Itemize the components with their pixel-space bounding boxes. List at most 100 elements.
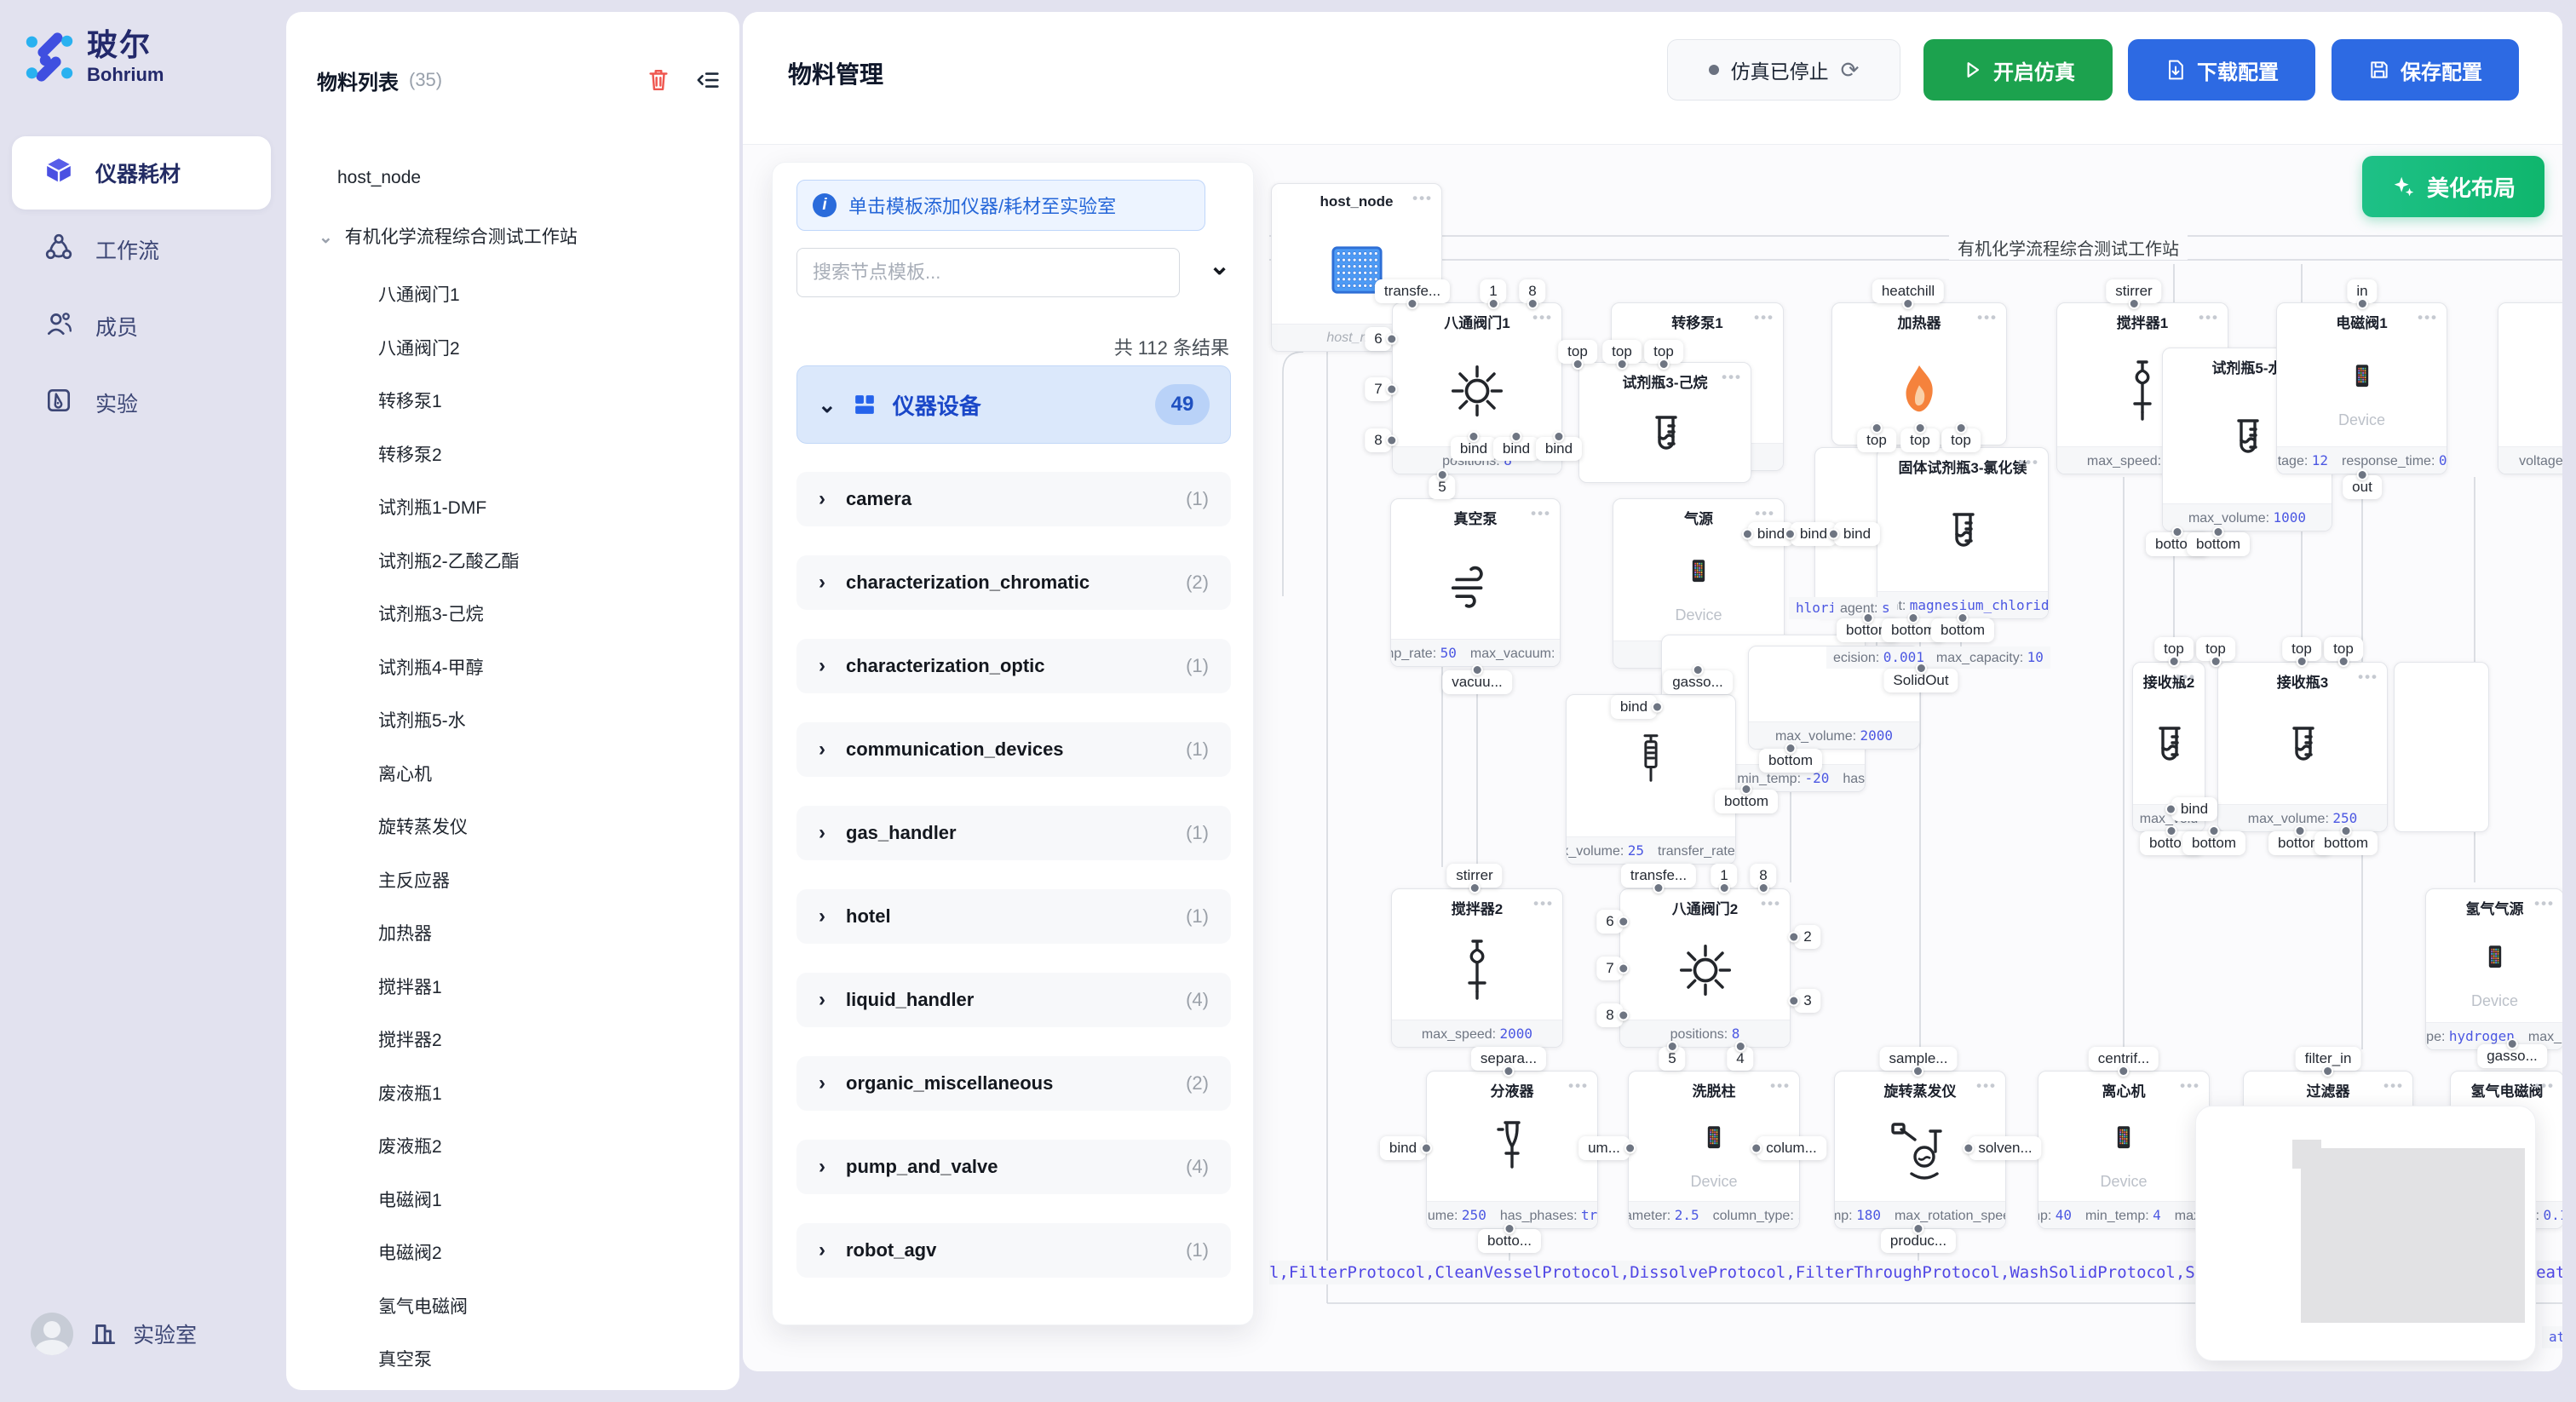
port-chip-bottom[interactable]: bottom xyxy=(2314,831,2378,855)
tree-item[interactable]: 废液瓶1 xyxy=(378,1080,442,1106)
category-row-hotel[interactable]: ›hotel(1) xyxy=(796,889,1231,944)
port-handle-icon[interactable] xyxy=(1527,298,1538,309)
tree-item[interactable]: 旋转蒸发仪 xyxy=(378,813,468,839)
canvas-node-固体试剂瓶3-氯化镁[interactable]: 固体试剂瓶3-氯化镁•••agent: magnesium_chloride xyxy=(1877,447,2049,619)
tree-item[interactable]: 八通阀门2 xyxy=(378,335,460,360)
canvas-node-搅拌器2[interactable]: 搅拌器2•••max_speed: 2000 xyxy=(1391,888,1563,1048)
node-menu-icon[interactable]: ••• xyxy=(1977,309,1998,326)
port-chip-top[interactable]: top xyxy=(2324,637,2363,661)
port-handle-icon[interactable] xyxy=(2210,656,2221,667)
port-chip-stirrer[interactable]: stirrer xyxy=(2106,279,2161,303)
port-handle-icon[interactable] xyxy=(2165,825,2176,836)
port-handle-icon[interactable] xyxy=(1510,431,1521,442)
port-handle-icon[interactable] xyxy=(1572,359,1583,370)
tree-item[interactable]: 试剂瓶1-DMF xyxy=(378,494,486,520)
port-chip-7[interactable]: 7 xyxy=(1365,377,1391,401)
node-menu-icon[interactable]: ••• xyxy=(1976,1077,1997,1095)
node-menu-icon[interactable]: ••• xyxy=(2199,309,2219,326)
port-chip-bind[interactable]: bind xyxy=(1493,437,1539,461)
port-handle-icon[interactable] xyxy=(1619,963,1630,974)
port-handle-icon[interactable] xyxy=(2340,825,2351,836)
canvas-node-离心机[interactable]: 离心机•••Devicetemp: 40min_temp: 4max_spe xyxy=(2038,1071,2210,1229)
node-menu-icon[interactable]: ••• xyxy=(2176,669,2196,686)
port-chip-8[interactable]: 8 xyxy=(1596,1003,1623,1027)
port-handle-icon[interactable] xyxy=(1387,384,1398,395)
category-row-characterization_optic[interactable]: ›characterization_optic(1) xyxy=(796,639,1231,693)
port-chip-bind[interactable]: bind xyxy=(1611,695,1657,719)
node-menu-icon[interactable]: ••• xyxy=(2383,1077,2404,1095)
port-chip-colum[interactable]: colum... xyxy=(1757,1136,1826,1160)
node-menu-icon[interactable]: ••• xyxy=(1770,1077,1791,1095)
tree-item[interactable]: 搅拌器2 xyxy=(378,1026,442,1052)
category-group-instruments[interactable]: ⌄ 仪器设备 49 xyxy=(796,365,1231,444)
port-handle-icon[interactable] xyxy=(1871,422,1882,434)
port-handle-icon[interactable] xyxy=(1913,1223,1924,1234)
tree-item[interactable]: 电磁阀2 xyxy=(378,1239,442,1265)
port-chip-stirrer[interactable]: stirrer xyxy=(1446,864,1502,888)
sidebar-item-成员[interactable]: 成员 xyxy=(12,290,271,363)
canvas-node-氢气气源[interactable]: 氢气气源•••Device_type: hydrogenmax_pre xyxy=(2425,888,2562,1050)
tree-item[interactable]: 试剂瓶4-甲醇 xyxy=(378,654,484,680)
port-handle-icon[interactable] xyxy=(1903,298,1914,309)
port-chip-top[interactable]: top xyxy=(2282,637,2321,661)
node-menu-icon[interactable]: ••• xyxy=(1761,895,1781,912)
port-chip-vacuu[interactable]: vacuu... xyxy=(1442,670,1512,694)
port-chip-bind[interactable]: bind xyxy=(1451,437,1497,461)
tree-item[interactable]: 试剂瓶5-水 xyxy=(378,707,466,733)
port-handle-icon[interactable] xyxy=(1862,612,1873,623)
port-handle-icon[interactable] xyxy=(1658,359,1669,370)
collapse-list-icon[interactable] xyxy=(695,67,722,93)
port-chip-6[interactable]: 6 xyxy=(1365,327,1391,351)
port-handle-icon[interactable] xyxy=(1785,743,1796,754)
category-row-gas_handler[interactable]: ›gas_handler(1) xyxy=(796,806,1231,860)
port-chip-8[interactable]: 8 xyxy=(1750,864,1776,888)
node-menu-icon[interactable]: ••• xyxy=(1532,309,1553,326)
port-handle-icon[interactable] xyxy=(1469,882,1480,893)
port-chip-5[interactable]: 5 xyxy=(1429,475,1455,499)
tree-item[interactable]: 废液瓶2 xyxy=(378,1133,442,1158)
simulation-status-pill[interactable]: 仿真已停止 ⟳ xyxy=(1667,39,1900,101)
port-handle-icon[interactable] xyxy=(1957,612,1968,623)
port-chip-botto[interactable]: botto... xyxy=(1478,1229,1541,1253)
port-handle-icon[interactable] xyxy=(1471,664,1482,675)
port-chip-2[interactable]: 2 xyxy=(1794,925,1820,949)
port-chip-bind[interactable]: bind xyxy=(1380,1136,1426,1160)
port-handle-icon[interactable] xyxy=(2212,526,2223,537)
canvas-node[interactable]: voltage: 12 xyxy=(2498,302,2562,474)
tree-item-workstation[interactable]: ⌄有机化学流程综合测试工作站 xyxy=(319,223,578,249)
tree-item-root[interactable]: host_node xyxy=(337,168,421,188)
canvas-node-八通阀门2[interactable]: 八通阀门2•••positions: 8 xyxy=(1619,888,1791,1048)
node-menu-icon[interactable]: ••• xyxy=(2534,895,2555,912)
port-handle-icon[interactable] xyxy=(1652,702,1663,713)
category-row-characterization_chromatic[interactable]: ›characterization_chromatic(2) xyxy=(796,555,1231,610)
port-handle-icon[interactable] xyxy=(2296,656,2307,667)
port-chip-top[interactable]: top xyxy=(1644,340,1683,364)
sidebar-item-仪器耗材[interactable]: 仪器耗材 xyxy=(12,136,271,210)
port-handle-icon[interactable] xyxy=(1504,1223,1515,1234)
tree-item[interactable]: 试剂瓶2-乙酸乙酯 xyxy=(378,548,520,573)
avatar[interactable] xyxy=(31,1313,73,1355)
refresh-icon[interactable]: ⟳ xyxy=(1841,57,1860,83)
port-handle-icon[interactable] xyxy=(1406,298,1417,309)
port-chip-8[interactable]: 8 xyxy=(1365,428,1391,452)
port-chip-top[interactable]: top xyxy=(1941,428,1981,452)
port-chip-bottom[interactable]: bottom xyxy=(1931,618,1994,642)
port-handle-icon[interactable] xyxy=(1619,916,1630,928)
port-chip-transfe[interactable]: transfe... xyxy=(1375,279,1450,303)
port-chip-um[interactable]: um... xyxy=(1578,1136,1630,1160)
port-handle-icon[interactable] xyxy=(2337,656,2349,667)
port-handle-icon[interactable] xyxy=(2168,656,2179,667)
port-handle-icon[interactable] xyxy=(1912,1066,1923,1077)
port-handle-icon[interactable] xyxy=(1758,882,1769,893)
port-handle-icon[interactable] xyxy=(1788,996,1799,1007)
port-chip-filter_in[interactable]: filter_in xyxy=(2296,1047,2361,1071)
node-menu-icon[interactable]: ••• xyxy=(2180,1077,2200,1095)
sidebar-item-实验[interactable]: 实验 xyxy=(12,366,271,440)
canvas-node[interactable] xyxy=(2394,662,2489,832)
canvas-node-试剂瓶3-己烷[interactable]: 试剂瓶3-己烷••• xyxy=(1578,362,1751,483)
port-chip-sample[interactable]: sample... xyxy=(1880,1047,1958,1071)
tree-item[interactable]: 试剂瓶3-己烷 xyxy=(378,600,484,626)
port-handle-icon[interactable] xyxy=(1740,784,1751,795)
port-handle-icon[interactable] xyxy=(1828,529,1839,540)
category-row-camera[interactable]: ›camera(1) xyxy=(796,472,1231,526)
